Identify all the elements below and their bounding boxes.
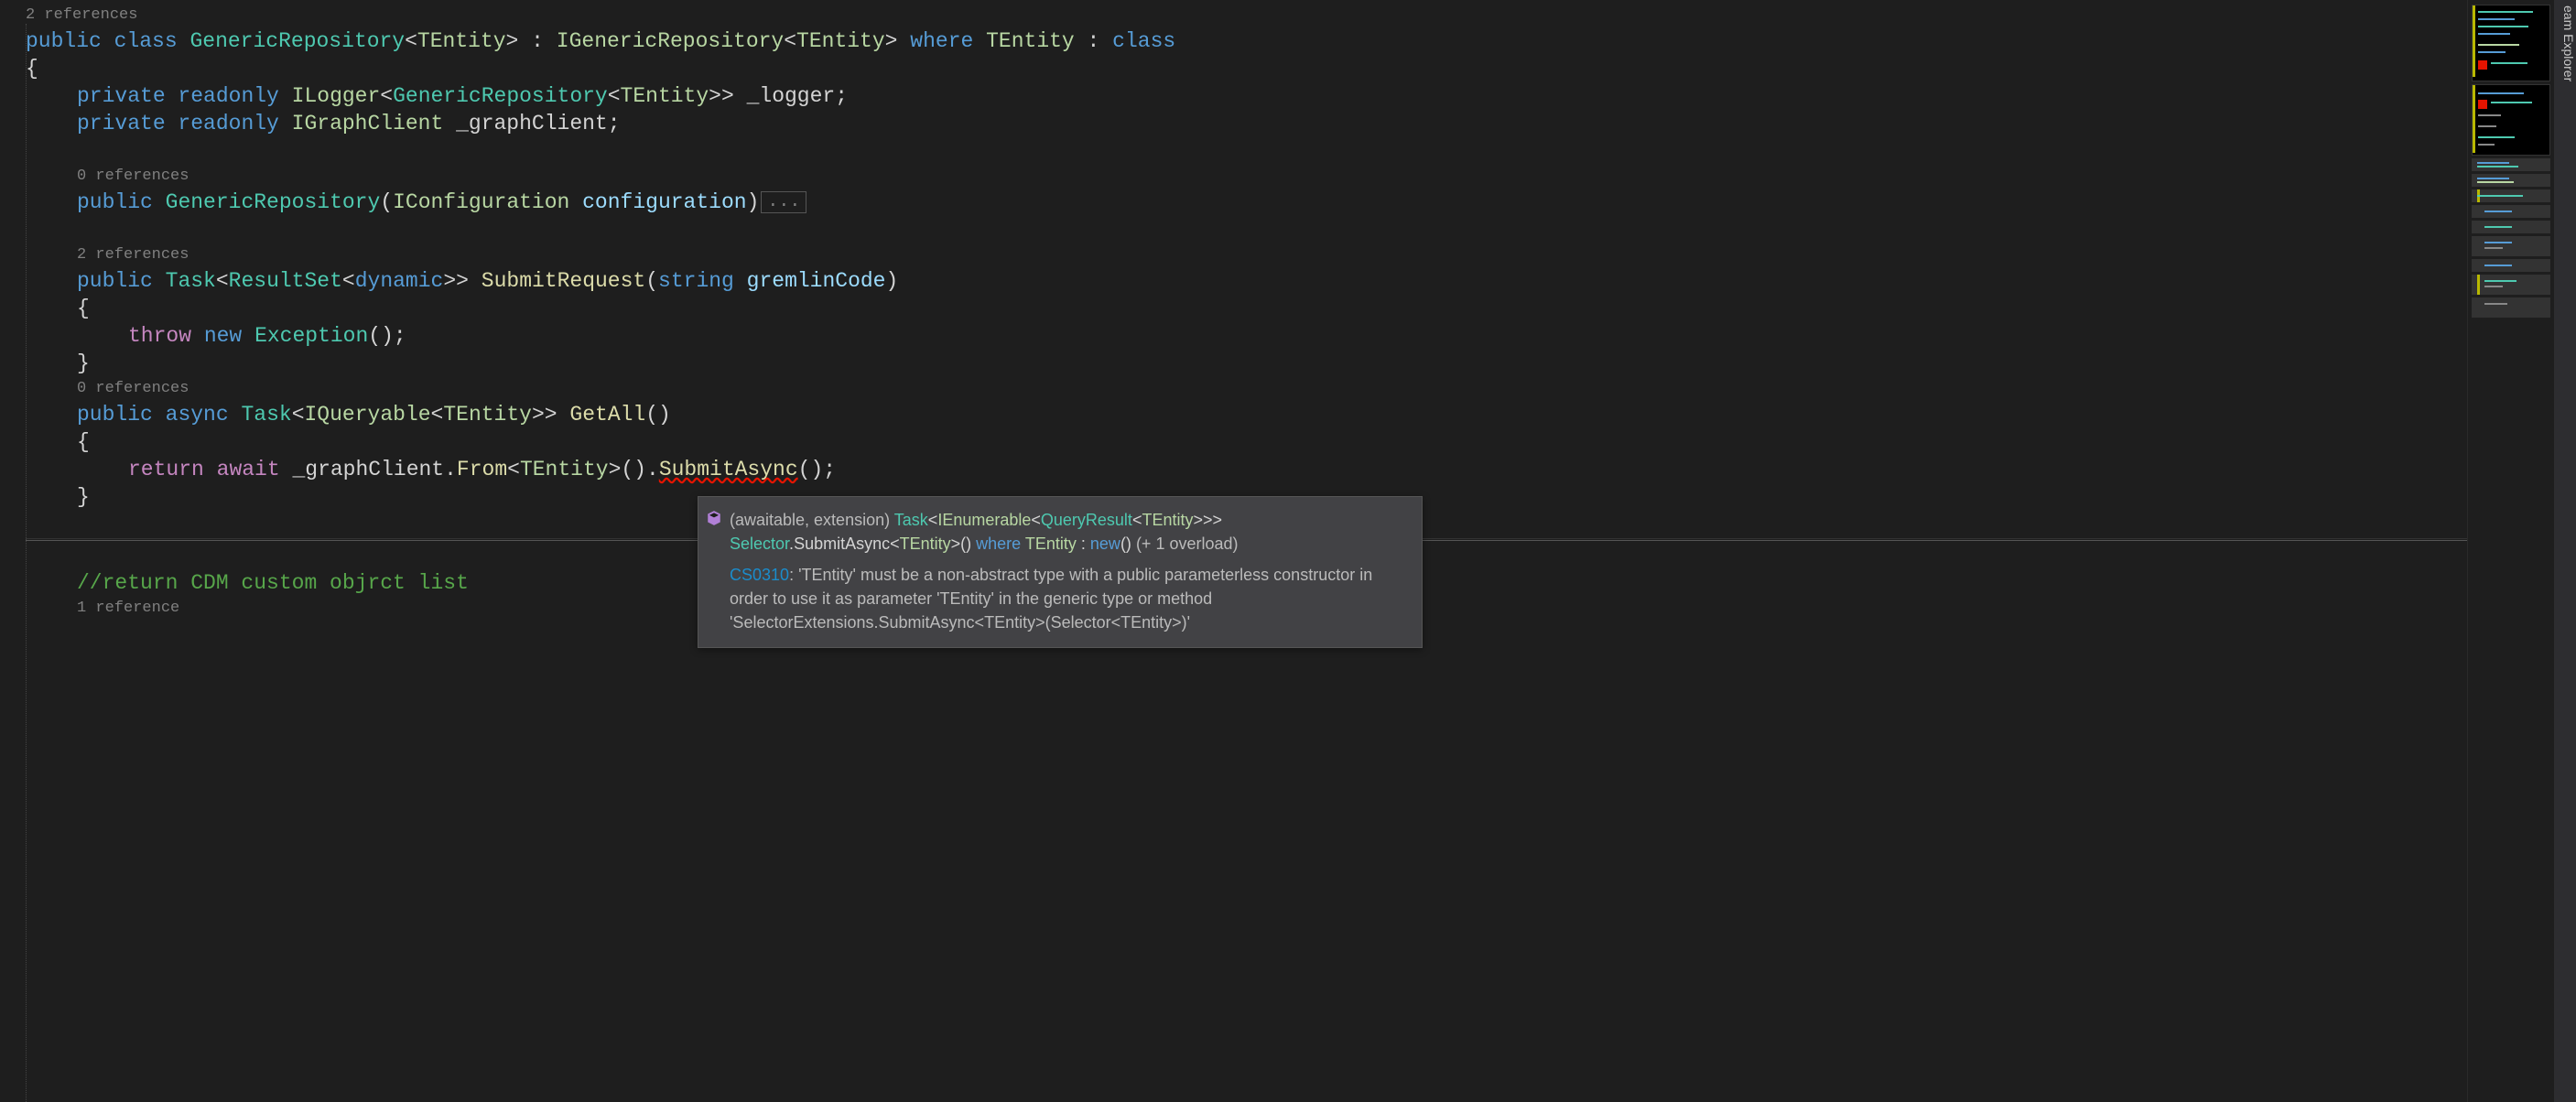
- collapsed-region[interactable]: ...: [761, 191, 806, 213]
- code-editor[interactable]: 2 references public class GenericReposit…: [0, 0, 2467, 1102]
- minimap-section[interactable]: [2472, 174, 2550, 187]
- codelens-references[interactable]: 0 references: [26, 165, 2467, 189]
- minimap-section[interactable]: [2472, 221, 2550, 233]
- minimap-section[interactable]: [2472, 236, 2550, 256]
- code-line[interactable]: {: [26, 428, 2467, 456]
- code-line[interactable]: private readonly IGraphClient _graphClie…: [26, 110, 2467, 137]
- minimap-section[interactable]: [2472, 275, 2550, 295]
- team-explorer-tab[interactable]: eam Explorer: [2554, 0, 2576, 1102]
- tooltip-error: CS0310: 'TEntity' must be a non-abstract…: [730, 563, 1409, 634]
- codelens-references[interactable]: 2 references: [26, 243, 2467, 267]
- minimap-section[interactable]: [2472, 84, 2550, 156]
- minimap-section[interactable]: [2472, 297, 2550, 318]
- method-icon: [706, 510, 722, 526]
- codelens-references[interactable]: 2 references: [26, 4, 2467, 27]
- code-line[interactable]: }: [26, 350, 2467, 377]
- code-line[interactable]: private readonly ILogger<GenericReposito…: [26, 82, 2467, 110]
- blank-line: [26, 137, 2467, 165]
- minimap-section[interactable]: [2472, 259, 2550, 272]
- tooltip-signature: (awaitable, extension) Task<IEnumerable<…: [730, 508, 1409, 556]
- error-span[interactable]: SubmitAsync: [659, 456, 798, 483]
- indent-guide: [26, 24, 27, 1102]
- minimap-section[interactable]: [2472, 205, 2550, 218]
- code-line[interactable]: {: [26, 295, 2467, 322]
- code-line[interactable]: public Task<ResultSet<dynamic>> SubmitRe…: [26, 267, 2467, 295]
- code-line[interactable]: public GenericRepository(IConfiguration …: [26, 189, 2467, 216]
- code-line[interactable]: public async Task<IQueryable<TEntity>> G…: [26, 401, 2467, 428]
- intellisense-tooltip: (awaitable, extension) Task<IEnumerable<…: [698, 496, 1423, 648]
- minimap-section[interactable]: [2472, 5, 2550, 81]
- code-line[interactable]: return await _graphClient.From<TEntity>(…: [26, 456, 2467, 483]
- code-line[interactable]: {: [26, 55, 2467, 82]
- code-line[interactable]: public class GenericRepository<TEntity> …: [26, 27, 2467, 55]
- blank-line: [26, 216, 2467, 243]
- minimap[interactable]: [2467, 0, 2554, 1102]
- code-line[interactable]: throw new Exception();: [26, 322, 2467, 350]
- minimap-section[interactable]: [2472, 158, 2550, 171]
- codelens-references[interactable]: 0 references: [26, 377, 2467, 401]
- minimap-section[interactable]: [2472, 189, 2550, 202]
